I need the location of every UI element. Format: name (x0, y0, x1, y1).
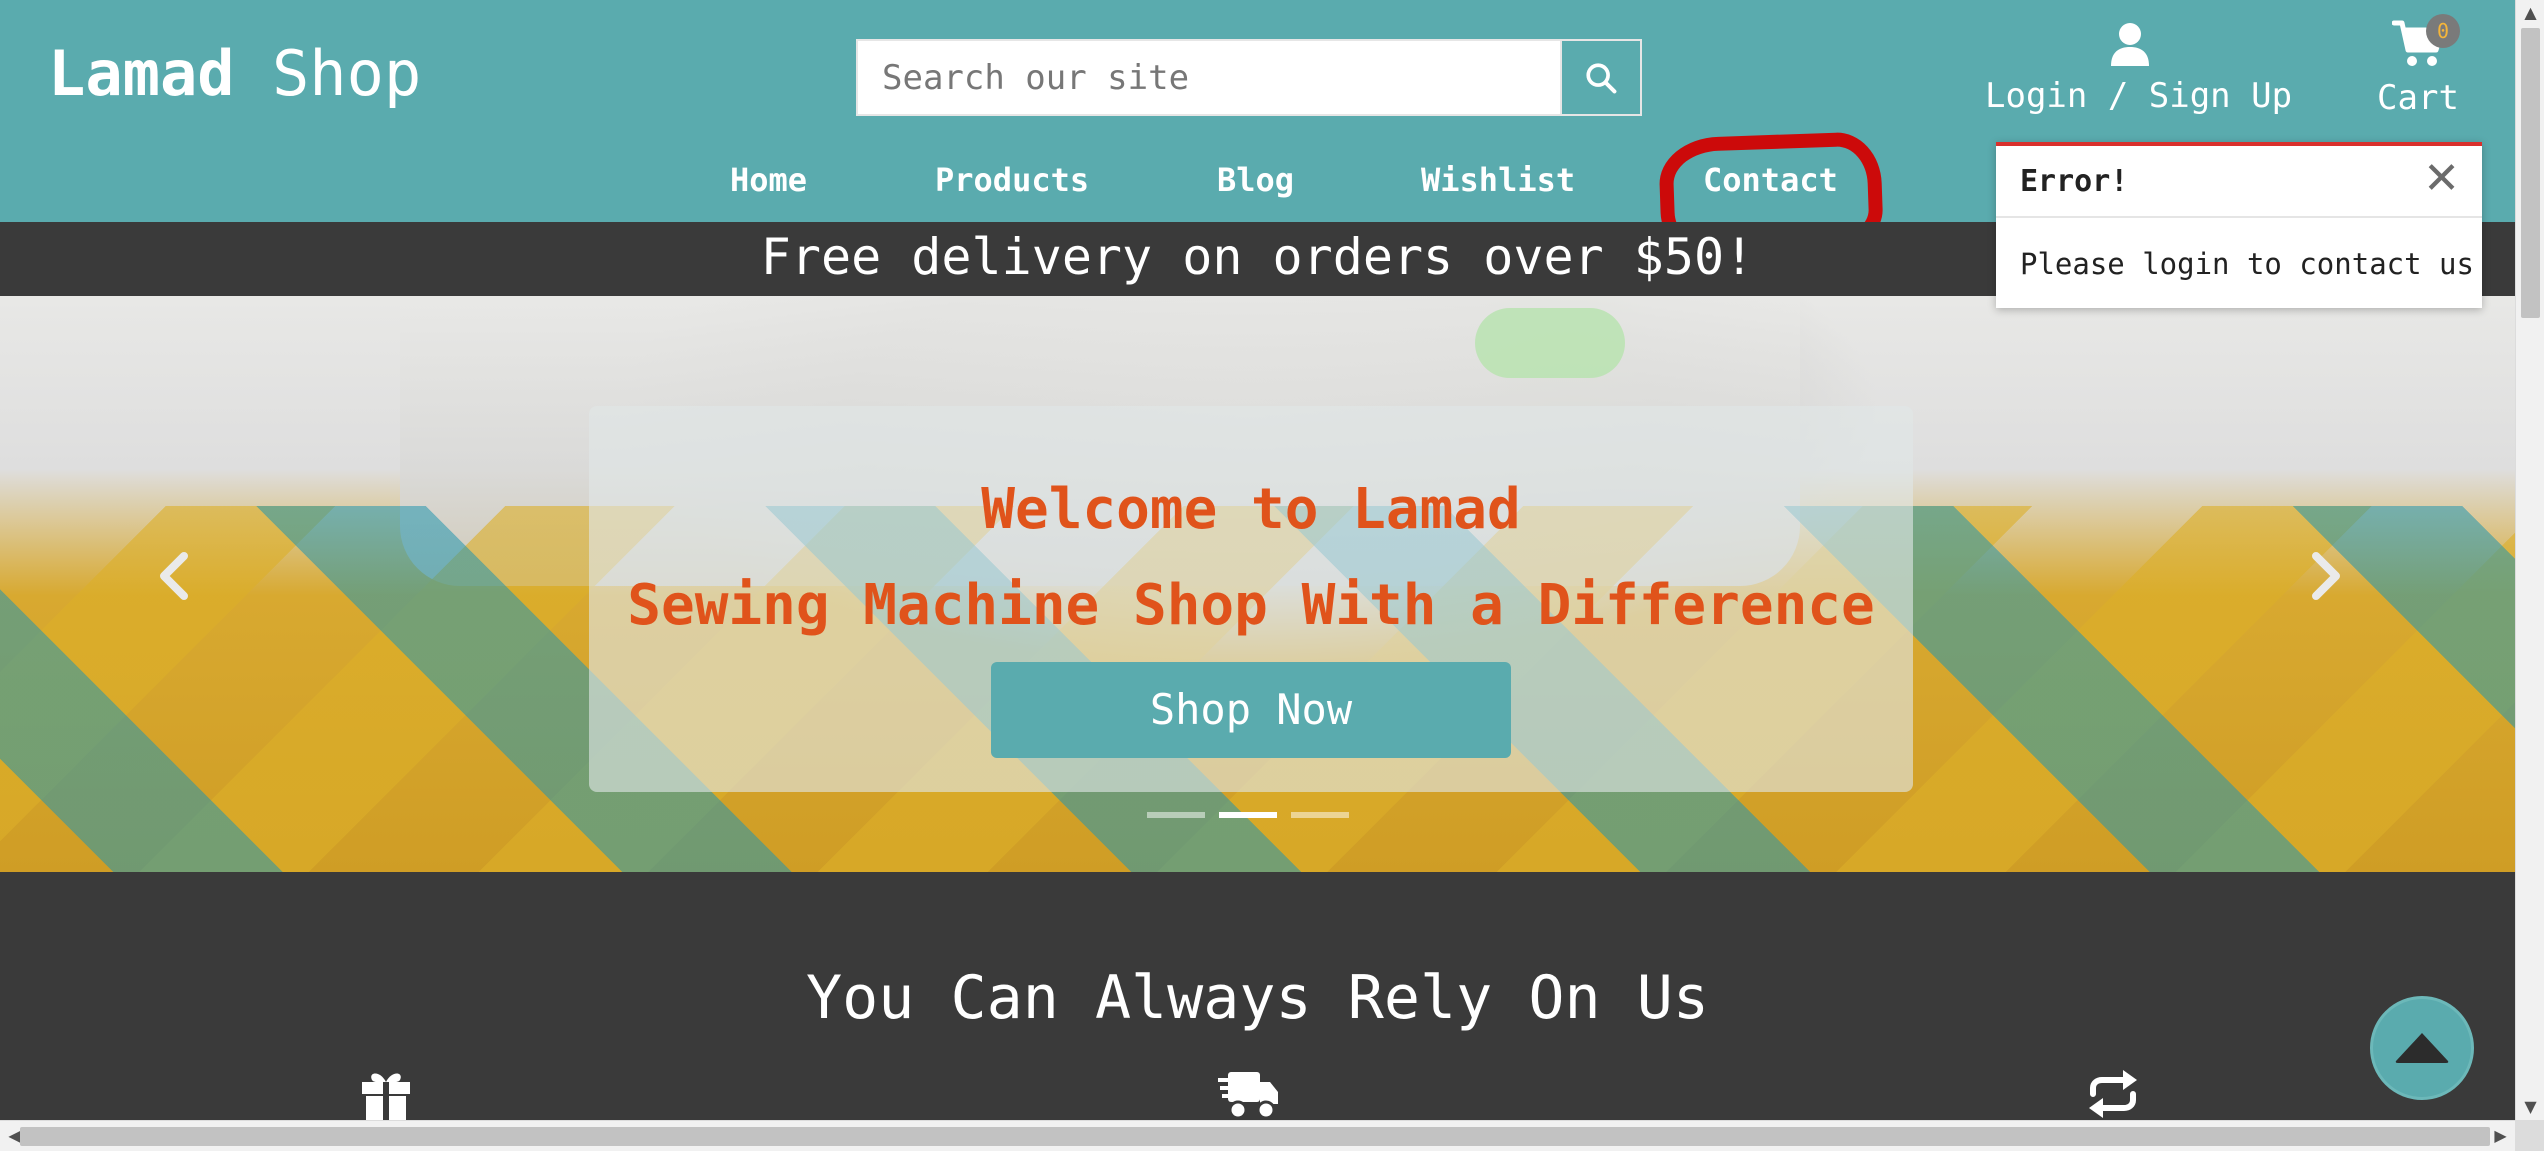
exchange-icon (2089, 1070, 2137, 1118)
carousel-next-button[interactable] (2300, 546, 2350, 606)
features-section: You Can Always Rely On Us (0, 872, 2515, 1120)
cart-link[interactable]: 0 Cart (2368, 14, 2468, 120)
brand-logo[interactable]: Lamad Shop (48, 38, 421, 110)
carousel-indicator[interactable] (1291, 812, 1349, 818)
nav-item-contact[interactable]: Contact (1703, 155, 1838, 205)
horizontal-scroll-thumb[interactable] (20, 1127, 2490, 1146)
toast-title: Error! (2020, 164, 2129, 199)
carousel-indicators (1147, 812, 1349, 818)
scroll-down-arrow-icon[interactable]: ▼ (2516, 1094, 2544, 1120)
close-icon[interactable]: ✕ (2423, 154, 2460, 204)
carousel-prev-button[interactable] (150, 546, 200, 606)
search-icon (1586, 62, 1617, 93)
features-title: You Can Always Rely On Us (805, 963, 1710, 1033)
search-bar (856, 39, 1642, 116)
caret-up-icon (2395, 1033, 2449, 1063)
hero-title: Welcome to Lamad (981, 477, 1521, 542)
scroll-up-arrow-icon[interactable]: ▲ (2516, 0, 2544, 26)
chevron-left-icon (160, 552, 188, 600)
carousel-indicator[interactable] (1147, 812, 1205, 818)
toast-header: Error! ✕ (1996, 146, 2482, 218)
cart-label: Cart (2377, 78, 2459, 118)
horizontal-scrollbar[interactable]: ◀ ▶ (0, 1120, 2515, 1151)
nav-item-wishlist[interactable]: Wishlist (1421, 155, 1575, 205)
nav-item-blog[interactable]: Blog (1217, 155, 1294, 205)
start-stop-button-image (1475, 308, 1625, 378)
vertical-scrollbar[interactable]: ▲ ▼ (2515, 0, 2544, 1120)
login-signup-label: Login / Sign Up (1985, 76, 2293, 116)
user-icon (2111, 23, 2149, 66)
scrollbar-corner (2515, 1120, 2544, 1151)
gift-icon (362, 1073, 410, 1120)
search-button[interactable] (1560, 41, 1640, 114)
scroll-right-arrow-icon[interactable]: ▶ (2486, 1123, 2515, 1149)
back-to-top-button[interactable] (2370, 996, 2474, 1100)
login-signup-link[interactable]: Login / Sign Up (1985, 22, 2293, 118)
vertical-scroll-thumb[interactable] (2521, 28, 2540, 318)
hero-carousel: Welcome to Lamad Sewing Machine Shop Wit… (0, 296, 2515, 872)
delivery-truck-icon (1218, 1072, 1278, 1120)
toast-message: Please login to contact us (2020, 247, 2474, 281)
brand-name-bold: Lamad (48, 37, 235, 110)
cart-count-badge: 0 (2426, 14, 2460, 48)
nav-item-products[interactable]: Products (935, 155, 1089, 205)
chevron-right-icon (2312, 552, 2340, 600)
search-input[interactable] (858, 41, 1560, 114)
shop-now-button[interactable]: Shop Now (991, 662, 1511, 758)
carousel-indicator-active[interactable] (1219, 812, 1277, 818)
hero-subtitle: Sewing Machine Shop With a Difference (627, 573, 1875, 638)
brand-name-light: Shop (271, 37, 422, 110)
error-toast: Error! ✕ Please login to contact us (1996, 142, 2482, 308)
hero-caption-box: Welcome to Lamad Sewing Machine Shop Wit… (589, 406, 1913, 792)
nav-item-home[interactable]: Home (730, 155, 807, 205)
